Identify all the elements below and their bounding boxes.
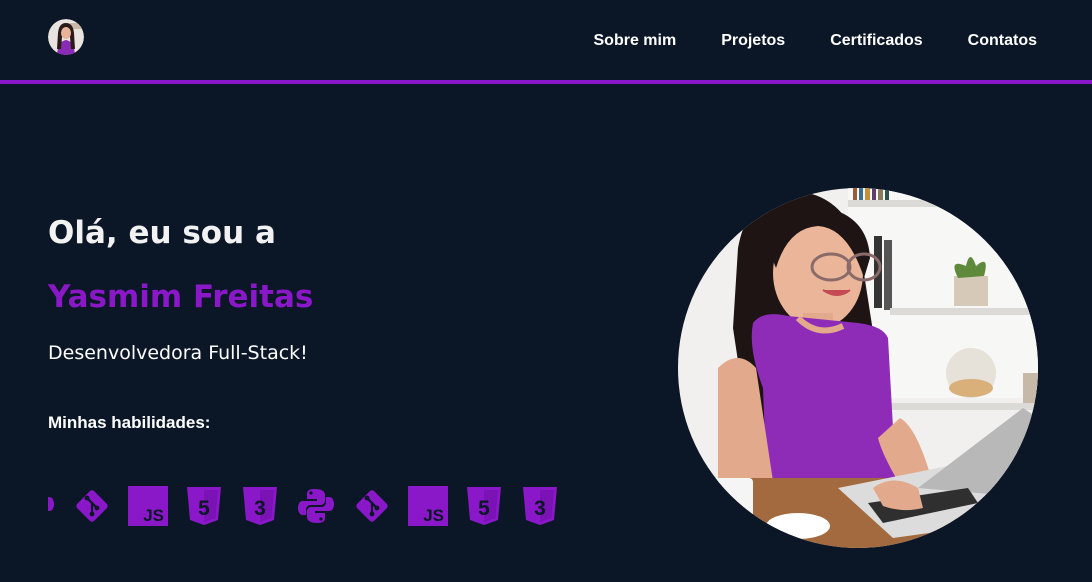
svg-text:3: 3	[254, 497, 266, 520]
svg-text:3: 3	[534, 497, 546, 520]
avatar[interactable]	[48, 19, 84, 55]
skills-title: Minhas habilidades:	[48, 413, 211, 432]
css3-icon: 3	[523, 487, 557, 525]
nav-link-sobre-mim[interactable]: Sobre mim	[594, 30, 677, 52]
javascript-icon: JS	[408, 486, 448, 526]
skills-track: JS 5 3 JS 5 3	[48, 486, 558, 526]
python-icon	[48, 497, 54, 511]
nav-link-certificados[interactable]: Certificados	[830, 30, 922, 52]
html5-icon: 5	[467, 487, 501, 525]
css3-icon: 3	[243, 487, 277, 525]
profile-photo	[678, 188, 1038, 548]
svg-text:JS: JS	[423, 506, 444, 525]
javascript-icon: JS	[128, 486, 168, 526]
git-icon	[76, 490, 108, 522]
svg-text:5: 5	[478, 497, 490, 520]
python-icon	[298, 489, 334, 523]
main-nav: Sobre mim Projetos Certificados Contatos	[594, 30, 1038, 52]
site-header: Sobre mim Projetos Certificados Contatos	[0, 0, 1092, 84]
html5-icon: 5	[187, 487, 221, 525]
nav-link-contatos[interactable]: Contatos	[968, 30, 1037, 52]
hero-role: Desenvolvedora Full-Stack!	[48, 342, 308, 364]
svg-text:JS: JS	[143, 506, 164, 525]
git-icon	[356, 490, 388, 522]
skills-carousel: JS 5 3 JS 5 3	[48, 486, 558, 528]
nav-link-projetos[interactable]: Projetos	[721, 30, 785, 52]
hero-name: Yasmim Freitas	[48, 279, 314, 315]
svg-text:5: 5	[198, 497, 210, 520]
hero-greeting: Olá, eu sou a	[48, 215, 276, 251]
